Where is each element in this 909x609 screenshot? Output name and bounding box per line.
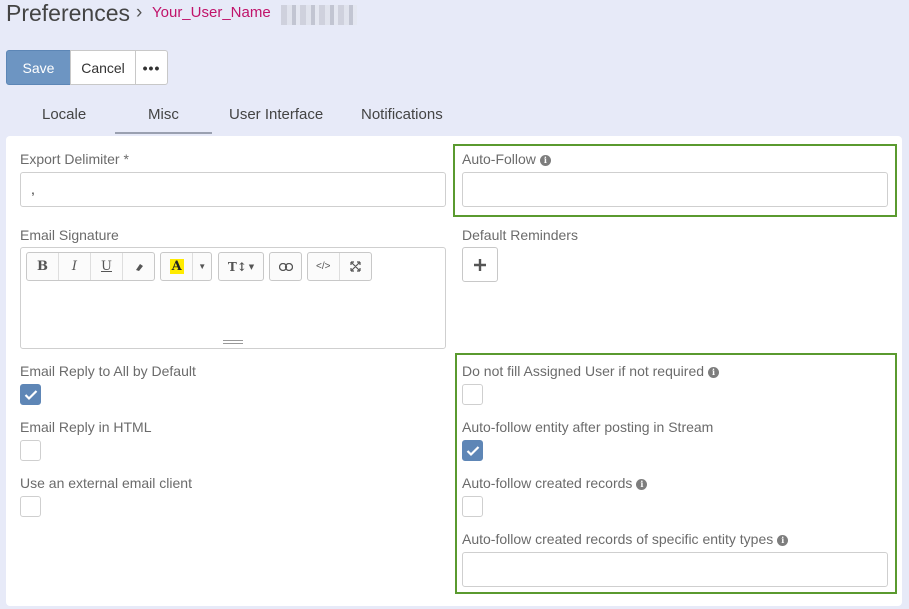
export-delimiter-label: Export Delimiter * bbox=[20, 151, 129, 167]
cancel-button[interactable]: Cancel bbox=[70, 50, 136, 85]
follow-created-types-label: Auto-follow created records of specific … bbox=[462, 531, 789, 547]
underline-button[interactable]: U bbox=[91, 253, 123, 280]
auto-follow-field[interactable] bbox=[462, 172, 888, 207]
follow-after-posting-label: Auto-follow entity after posting in Stre… bbox=[462, 419, 714, 435]
font-size-group: T↕ ▼ bbox=[218, 252, 264, 281]
caret-down-icon: ▼ bbox=[248, 262, 255, 271]
link-icon[interactable] bbox=[270, 253, 301, 280]
info-icon[interactable]: i bbox=[708, 367, 720, 378]
tab-notifications[interactable]: Notifications bbox=[361, 106, 443, 123]
redacted-text bbox=[281, 5, 357, 25]
info-icon[interactable]: i bbox=[777, 535, 789, 546]
eraser-icon[interactable] bbox=[123, 253, 154, 280]
info-icon[interactable]: i bbox=[636, 479, 648, 490]
email-signature-label: Email Signature bbox=[20, 227, 119, 243]
no-fill-assigned-label: Do not fill Assigned User if not require… bbox=[462, 363, 720, 379]
external-email-client-label: Use an external email client bbox=[20, 475, 192, 491]
font-size-button[interactable]: T↕ ▼ bbox=[219, 253, 263, 280]
email-reply-html-label: Email Reply in HTML bbox=[20, 419, 152, 435]
highlight-color-icon: A bbox=[169, 259, 184, 274]
breadcrumb-user-link[interactable]: Your_User_Name bbox=[152, 4, 271, 21]
code-view-button[interactable]: </> bbox=[308, 253, 340, 280]
tab-user-interface[interactable]: User Interface bbox=[229, 106, 323, 123]
view-group: </> bbox=[307, 252, 372, 281]
page-title: Preferences bbox=[6, 0, 131, 26]
text-color-button[interactable]: A bbox=[161, 253, 194, 280]
no-fill-assigned-checkbox[interactable] bbox=[462, 384, 483, 405]
default-reminders-label: Default Reminders bbox=[462, 227, 578, 243]
external-email-client-checkbox[interactable] bbox=[20, 496, 41, 517]
color-button-group: A ▼ bbox=[160, 252, 212, 281]
link-group bbox=[269, 252, 302, 281]
follow-created-label: Auto-follow created records i bbox=[462, 475, 648, 491]
bold-button[interactable]: B bbox=[27, 253, 59, 280]
format-button-group: B I U bbox=[26, 252, 155, 281]
more-actions-button[interactable]: ••• bbox=[135, 50, 168, 85]
tab-misc[interactable]: Misc bbox=[148, 106, 179, 123]
plus-icon bbox=[474, 258, 486, 271]
add-reminder-button[interactable] bbox=[462, 247, 498, 282]
italic-button[interactable]: I bbox=[59, 253, 91, 280]
follow-after-posting-checkbox[interactable] bbox=[462, 440, 483, 461]
email-reply-all-label: Email Reply to All by Default bbox=[20, 363, 196, 379]
export-delimiter-field[interactable]: , bbox=[20, 172, 446, 207]
info-icon[interactable]: i bbox=[539, 155, 551, 166]
font-size-icon: T↕ bbox=[227, 259, 247, 274]
fullscreen-icon[interactable] bbox=[340, 253, 371, 280]
editor-resize-handle[interactable] bbox=[223, 340, 243, 346]
email-reply-html-checkbox[interactable] bbox=[20, 440, 41, 461]
caret-down-icon[interactable]: ▼ bbox=[193, 253, 211, 280]
email-reply-all-checkbox[interactable] bbox=[20, 384, 41, 405]
auto-follow-label: Auto-Follow i bbox=[462, 151, 551, 167]
follow-created-types-field[interactable] bbox=[462, 552, 888, 587]
follow-created-checkbox[interactable] bbox=[462, 496, 483, 517]
check-icon bbox=[466, 446, 480, 457]
save-button[interactable]: Save bbox=[6, 50, 71, 85]
tab-locale[interactable]: Locale bbox=[42, 106, 86, 123]
check-icon bbox=[24, 390, 38, 401]
breadcrumb-separator: › bbox=[136, 2, 143, 23]
active-tab-indicator bbox=[115, 132, 212, 134]
